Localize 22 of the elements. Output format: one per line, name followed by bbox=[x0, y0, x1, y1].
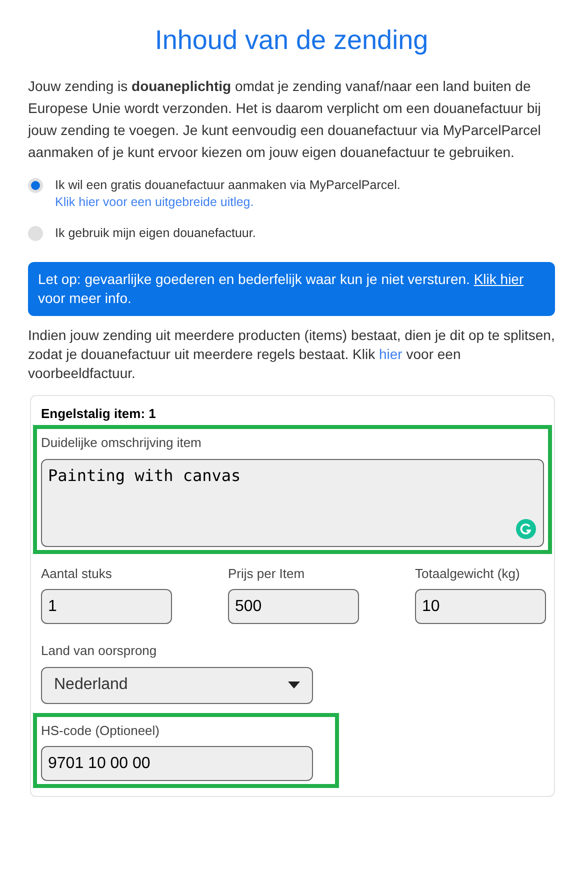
field-label: Duidelijke omschrijving item bbox=[41, 434, 202, 452]
field-label: HS-code (Optioneel) bbox=[41, 722, 160, 740]
item-heading: Engelstalig item: 1 bbox=[41, 404, 157, 423]
intro-paragraph: Jouw zending is douaneplichtig omdat je zending vanaf/naar een land buiten de Europese Unie wordt verzonden. Het is daarom verplicht om een douanefactuur bij jouw zending te voegen. Je kunt eenvoudig een douanefactuur via MyParcelParcel aanmaken of je kunt ervoor kiezen om jouw eigen douanefactuur te gebruiken. bbox=[28, 76, 542, 162]
items-paragraph: Indien jouw zending uit meerdere producten (items) bestaat, dien je dit op te splitsen, zodat je douanefactuur uit meerdere regels bestaat. Klik hier voor een voorbeeldfactuur. bbox=[28, 326, 555, 382]
input-field[interactable]: 10 bbox=[415, 589, 546, 624]
input-field[interactable]: 1 bbox=[41, 589, 172, 624]
field-label: Land van oorsprong bbox=[41, 642, 158, 660]
field-label: Aantal stuks bbox=[41, 564, 113, 582]
info-link[interactable]: Klik hier bbox=[474, 270, 524, 286]
example-link[interactable]: hier bbox=[379, 346, 402, 362]
field-label: Totaalgewicht (kg) bbox=[415, 564, 521, 583]
page-title: Inhoud van de zending bbox=[154, 24, 430, 57]
input-field[interactable]: 9701 10 00 00 bbox=[41, 746, 313, 781]
description-field[interactable]: Painting with canvas bbox=[41, 458, 544, 546]
country-select[interactable]: Nederland bbox=[41, 666, 313, 704]
option-label[interactable]: Ik wil een gratis douanefactuur aanmaken via MyParcelParcel. Klik hier voor een uitgebreide uitleg. bbox=[55, 176, 555, 210]
input-field[interactable]: 500 bbox=[228, 589, 359, 624]
explanation-link[interactable]: Klik hier voor een uitgebreide uitleg. bbox=[55, 194, 254, 208]
field-label: Prijs per Item bbox=[228, 564, 306, 583]
warning-text: Let op: gevaarlijke goederen en bederfelijk waar kun je niet versturen. Klik hier voor meer info. bbox=[38, 270, 524, 306]
option-label[interactable]: Ik gebruik mijn eigen douanefactuur. bbox=[55, 224, 256, 242]
